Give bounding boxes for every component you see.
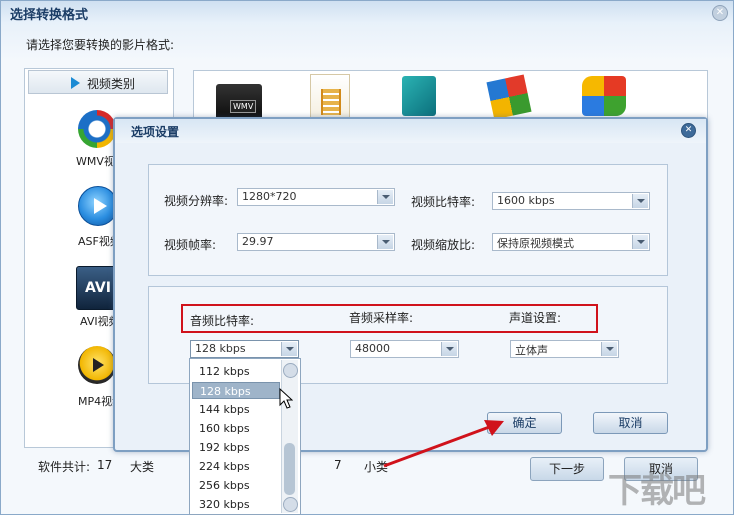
video-settings-group xyxy=(148,164,668,276)
scroll-up-icon[interactable] xyxy=(283,363,298,378)
next-step-button[interactable]: 下一步 xyxy=(530,457,604,481)
dropdown-option[interactable]: 112 kbps xyxy=(192,363,280,380)
chevron-down-icon[interactable] xyxy=(377,190,393,204)
category-header[interactable]: 视频类别 xyxy=(28,70,168,94)
chevron-down-icon[interactable] xyxy=(632,194,648,208)
site-watermark: 下载吧 xyxy=(608,471,706,511)
dropdown-option[interactable]: 160 kbps xyxy=(192,420,280,437)
video-resolution-label: 视频分辨率: xyxy=(164,194,229,208)
chevron-down-icon[interactable] xyxy=(377,235,393,249)
chevron-down-icon[interactable] xyxy=(281,342,297,356)
chevron-down-icon[interactable] xyxy=(601,342,617,356)
video-scaling-value: 保持原视频模式 xyxy=(497,237,574,250)
window-title: 选择转换格式 xyxy=(10,8,89,23)
software-total-label: 软件共计: xyxy=(38,460,91,474)
software-total-count: 17 xyxy=(97,458,113,472)
audio-labels-highlight-box xyxy=(181,304,598,333)
play-triangle-icon xyxy=(71,77,80,89)
dialog-close-button[interactable]: ✕ xyxy=(681,123,696,138)
wmv-clapper-icon[interactable]: WMV xyxy=(216,84,262,120)
audio-channel-value: 立体声 xyxy=(515,344,548,357)
video-bitrate-value: 1600 kbps xyxy=(497,194,555,207)
asf-format-icon[interactable] xyxy=(78,186,118,226)
dialog-titlebar xyxy=(115,119,706,143)
video-scaling-select[interactable]: 保持原视频模式 xyxy=(492,233,650,251)
video-scaling-label: 视频缩放比: xyxy=(411,238,476,252)
asf-play-icon xyxy=(94,198,107,214)
subcategory-count: 7 xyxy=(334,458,342,472)
windows-xp-logo-icon[interactable] xyxy=(582,76,626,116)
mouse-cursor-icon xyxy=(279,388,293,409)
category-header-label: 视频类别 xyxy=(87,77,136,91)
audio-bitrate-value: 128 kbps xyxy=(195,342,246,355)
video-resolution-value: 1280*720 xyxy=(242,190,297,203)
video-bitrate-label: 视频比特率: xyxy=(411,195,476,209)
dropdown-option[interactable]: 256 kbps xyxy=(192,477,280,494)
audio-bitrate-select[interactable]: 128 kbps xyxy=(190,340,299,358)
film-document-icon[interactable] xyxy=(310,74,350,122)
chevron-down-icon[interactable] xyxy=(632,235,648,249)
audio-channel-select[interactable]: 立体声 xyxy=(510,340,619,358)
dropdown-option[interactable]: 144 kbps xyxy=(192,401,280,418)
windows-media-icon[interactable] xyxy=(402,76,436,116)
annotation-arrow-icon xyxy=(383,420,504,468)
dropdown-option[interactable]: 192 kbps xyxy=(192,439,280,456)
audio-samplerate-value: 48000 xyxy=(355,342,390,355)
wmv-format-icon[interactable] xyxy=(78,110,116,148)
audio-samplerate-select[interactable]: 48000 xyxy=(350,340,459,358)
mp4-format-icon[interactable] xyxy=(78,346,116,384)
scroll-down-icon[interactable] xyxy=(283,497,298,512)
chevron-down-icon[interactable] xyxy=(441,342,457,356)
windows-logo-icon[interactable] xyxy=(486,74,532,120)
dropdown-option-selected[interactable]: 128 kbps xyxy=(192,382,280,399)
dropdown-option[interactable]: 320 kbps xyxy=(192,496,280,513)
video-bitrate-select[interactable]: 1600 kbps xyxy=(492,192,650,210)
format-prompt-text: 请选择您要转换的影片格式: xyxy=(26,38,175,52)
video-framerate-label: 视频帧率: xyxy=(164,238,217,252)
video-framerate-select[interactable]: 29.97 xyxy=(237,233,395,251)
dialog-cancel-button[interactable]: 取消 xyxy=(593,412,668,434)
category-unit-text: 大类 xyxy=(130,460,155,474)
scrollbar-thumb[interactable] xyxy=(284,443,295,495)
dropdown-option[interactable]: 224 kbps xyxy=(192,458,280,475)
video-resolution-select[interactable]: 1280*720 xyxy=(237,188,395,206)
format-icon-strip xyxy=(193,70,708,122)
mp4-play-icon xyxy=(93,358,104,372)
dialog-title: 选项设置 xyxy=(131,125,180,139)
window-close-button[interactable]: ✕ xyxy=(712,5,728,21)
video-framerate-value: 29.97 xyxy=(242,235,274,248)
